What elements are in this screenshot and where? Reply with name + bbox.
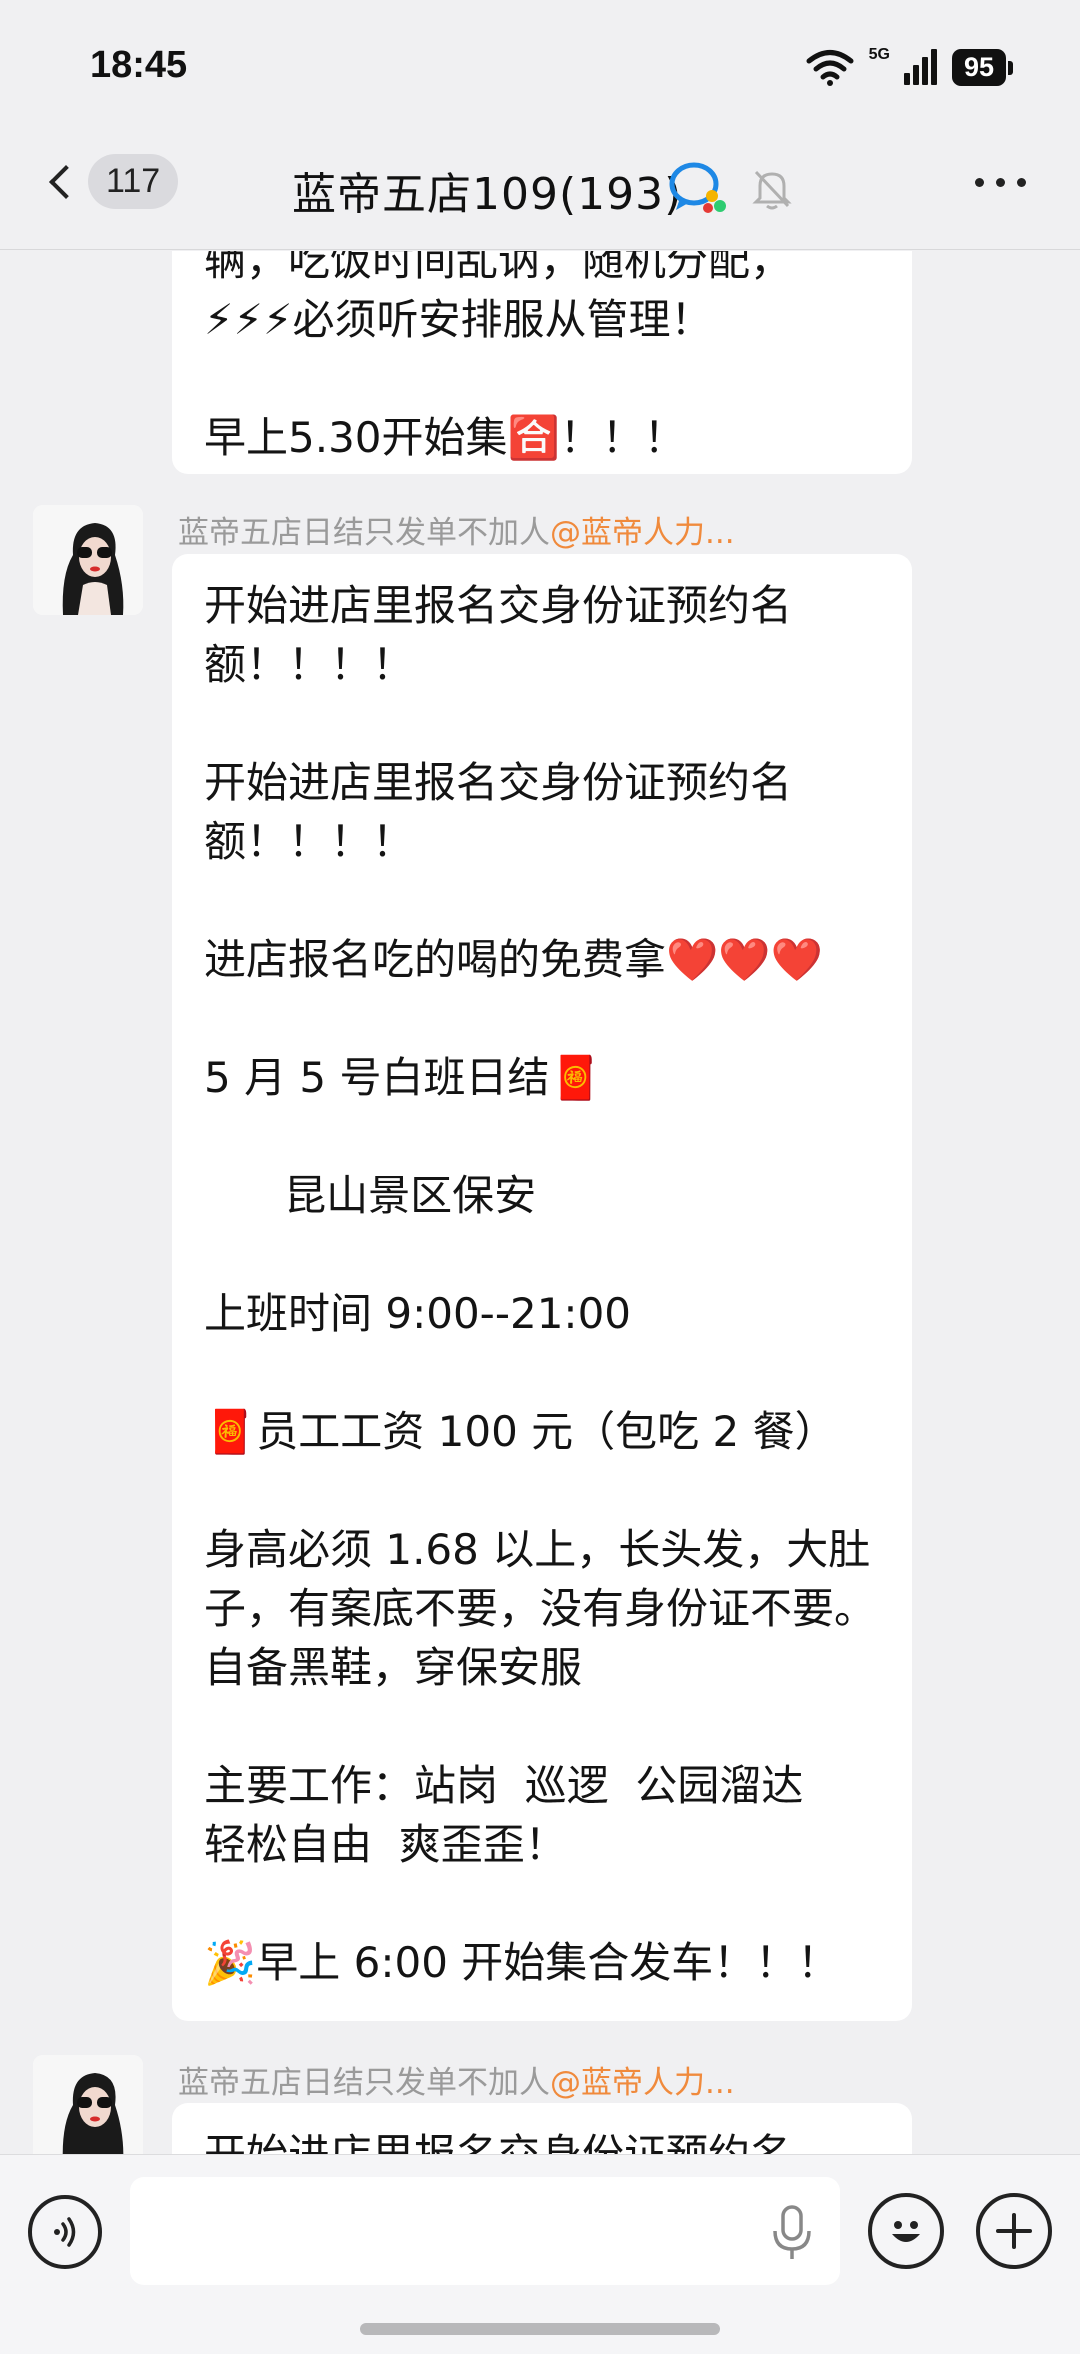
emoji-icon [892, 2221, 920, 2242]
message-line: 5 月 5 号白班日结🧧 [204, 1053, 602, 1102]
status-bar: 18:45 5G 95 [0, 0, 1080, 130]
message-list[interactable]: 辆，吃饭时间乱讷，随机分配， ⚡⚡⚡必须听安排服从管理！ 早上5.30开始集🈴！… [0, 251, 1080, 2154]
message-line: 额！！！！ [204, 817, 415, 866]
message-line: 开始进店里报名交身份证预约名 [204, 758, 793, 807]
sender-mention[interactable]: @蓝帝人力... [550, 2065, 735, 2101]
chat-title[interactable]: 蓝帝五店109(193) [292, 158, 682, 222]
more-options-button[interactable] [975, 178, 1026, 187]
message-line: 上班时间 9:00--21:00 [204, 1289, 632, 1338]
sender-name: 蓝帝五店日结只发单不加人 [178, 515, 550, 551]
message-line: 早上5.30开始集🈴！！！ [204, 413, 686, 462]
message-line: 身高必须 1.68 以上，长头发，大肚 [204, 1525, 871, 1574]
microphone-button[interactable] [770, 2205, 814, 2265]
chat-header: 117 蓝帝五店109(193) [0, 130, 1080, 250]
avatar[interactable] [33, 505, 143, 615]
back-button[interactable]: 117 [40, 154, 179, 209]
sender-name: 蓝帝五店日结只发单不加人 [178, 2065, 550, 2101]
network-type: 5G [868, 46, 890, 63]
message-line: 🧧员工工资 100 元（包吃 2 餐） [204, 1407, 837, 1456]
message-line: 子，有案底不要，没有身份证不要。 [204, 1584, 877, 1633]
message-line: 自备黑鞋，穿保安服 [204, 1643, 583, 1692]
message-input[interactable] [130, 2177, 840, 2285]
message-line: 进店报名吃的喝的免费拿❤️❤️❤️ [204, 935, 823, 984]
message-line: 开始进店里报名交身份证预约名 [204, 2125, 880, 2154]
status-time: 18:45 [90, 44, 188, 86]
avatar-image [33, 2055, 143, 2154]
avatar-image [33, 505, 143, 615]
message-line: ⚡⚡⚡必须听安排服从管理！ [204, 295, 713, 344]
message-bubble[interactable]: 辆，吃饭时间乱讷，随机分配， ⚡⚡⚡必须听安排服从管理！ 早上5.30开始集🈴！… [172, 251, 912, 474]
message-line: 昆山景区保安 [204, 1171, 537, 1220]
bell-muted-icon [752, 170, 792, 210]
plus-button[interactable] [976, 2193, 1052, 2269]
more-dot [1017, 178, 1026, 187]
more-dots-icon [975, 178, 984, 187]
plus-icon [996, 2213, 1032, 2249]
message-bubble[interactable]: 开始进店里报名交身份证预约名 额！！！！ 开始进店里报名交身份证预约名 额！！！… [172, 554, 912, 2021]
signal-icon [903, 49, 937, 85]
wifi-icon [806, 50, 854, 86]
status-icons: 5G 95 [805, 46, 1014, 86]
avatar[interactable] [33, 2055, 143, 2154]
more-dot [996, 178, 1005, 187]
message-bubble[interactable]: 开始进店里报名交身份证预约名 [172, 2103, 912, 2154]
message-line: 额！！！！ [204, 640, 415, 689]
voice-mode-button[interactable] [28, 2195, 102, 2269]
message-line: 轻松自由 爽歪歪！ [204, 1820, 567, 1869]
sender-label: 蓝帝五店日结只发单不加人@蓝帝人力... [178, 507, 735, 552]
emoji-button[interactable] [868, 2193, 944, 2269]
message-line: 🎉早上 6:00 开始集合发车！！！ [204, 1938, 840, 1987]
input-bar [0, 2154, 1080, 2354]
chevron-left-icon [49, 164, 83, 199]
message-line: 开始进店里报名交身份证预约名 [204, 581, 793, 630]
title-icons [668, 160, 792, 216]
message-line: 主要工作：站岗 巡逻 公园溜达 [204, 1761, 804, 1810]
unread-count-badge: 117 [88, 154, 179, 209]
voice-mode-icon [54, 2217, 76, 2247]
battery-indicator: 95 [951, 48, 1014, 86]
group-chat-icon [669, 162, 726, 213]
home-indicator[interactable] [360, 2323, 720, 2335]
sender-mention[interactable]: @蓝帝人力... [550, 515, 735, 551]
microphone-icon [773, 2205, 811, 2259]
message-line: 辆，吃饭时间乱讷，随机分配， [204, 251, 793, 285]
sender-label: 蓝帝五店日结只发单不加人@蓝帝人力... [178, 2057, 735, 2102]
